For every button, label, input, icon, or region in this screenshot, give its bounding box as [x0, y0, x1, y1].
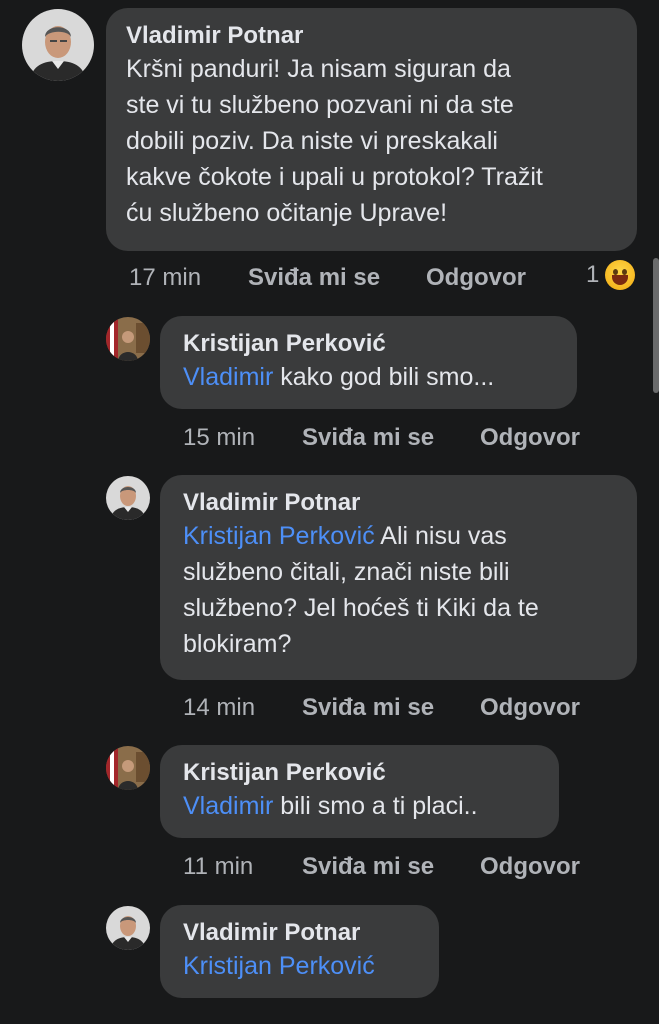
comment-text-line: službeno? Jel hoćeš ti Kiki da te [183, 594, 539, 622]
office-photo-icon [106, 746, 150, 790]
like-button[interactable]: Sviđa mi se [302, 424, 434, 452]
like-button[interactable]: Sviđa mi se [248, 264, 380, 292]
scrollbar[interactable] [653, 258, 659, 393]
comment-bubble[interactable]: Vladimir Potnar Kristijan Perković [160, 905, 439, 998]
comment-author[interactable]: Vladimir Potnar [183, 918, 416, 948]
comment-text: Vladimir kako god bili smo... [183, 359, 554, 395]
avatar[interactable] [106, 906, 150, 950]
reply-button[interactable]: Odgovor [480, 694, 580, 722]
mention-link[interactable]: Vladimir [183, 363, 273, 391]
comment-bubble[interactable]: Kristijan Perković Vladimir bili smo a t… [160, 745, 559, 838]
comment-author[interactable]: Kristijan Perković [183, 758, 536, 788]
mention-link[interactable]: Vladimir [183, 792, 273, 820]
comment-bubble[interactable]: Kristijan Perković Vladimir kako god bil… [160, 316, 577, 409]
comment-text-rest: kako god bili smo... [273, 363, 495, 391]
like-button[interactable]: Sviđa mi se [302, 853, 434, 881]
man-profile-photo-icon [106, 906, 150, 950]
mention-link[interactable]: Kristijan Perković [183, 952, 375, 980]
comment-bubble[interactable]: Vladimir Potnar Kršni panduri! Ja nisam … [106, 8, 637, 251]
comment-text-rest: Ali nisu vas [374, 522, 507, 550]
comment-author[interactable]: Kristijan Perković [183, 329, 554, 359]
comment-text-line: blokiram? [183, 630, 292, 658]
comment-text-rest: bili smo a ti placi.. [273, 792, 478, 820]
comment-time[interactable]: 11 min [183, 853, 253, 881]
reaction-summary[interactable]: 1 [586, 260, 636, 290]
avatar[interactable] [106, 476, 150, 520]
comment-text-line: kakve čokote i upali u protokol? Tražit [126, 163, 543, 191]
comment-author[interactable]: Vladimir Potnar [183, 488, 614, 518]
comment-time[interactable]: 15 min [183, 424, 255, 452]
comment-text-line: ću službeno očitanje Uprave! [126, 199, 448, 227]
comment-text-line: dobili poziv. Da niste vi preskakali [126, 127, 498, 155]
comment-text-line: Kristijan Perković Ali nisu vas [183, 518, 614, 554]
office-photo-icon [106, 317, 150, 361]
grinning-emoji-icon [605, 260, 636, 290]
comment-text: Kristijan Perković [183, 948, 416, 984]
reply-button[interactable]: Odgovor [480, 424, 580, 452]
reply-button[interactable]: Odgovor [480, 853, 580, 881]
reply-button[interactable]: Odgovor [426, 264, 526, 292]
comment-text-line: službeno čitali, znači niste bili [183, 558, 510, 586]
comment-bubble[interactable]: Vladimir Potnar Kristijan Perković Ali n… [160, 475, 637, 680]
avatar[interactable] [22, 9, 94, 81]
man-profile-photo-icon [22, 9, 94, 81]
comment-time[interactable]: 14 min [183, 694, 255, 722]
comment-time[interactable]: 17 min [129, 264, 201, 292]
avatar[interactable] [106, 746, 150, 790]
mention-link[interactable]: Kristijan Perković [183, 522, 375, 550]
avatar[interactable] [106, 317, 150, 361]
comment-text: Vladimir bili smo a ti placi.. [183, 788, 536, 824]
man-profile-photo-icon [106, 476, 150, 520]
comment-author[interactable]: Vladimir Potnar [126, 21, 617, 51]
comment-text-line: ste vi tu službeno pozvani ni da ste [126, 91, 514, 119]
reaction-count: 1 [586, 261, 600, 288]
comment-text-line: Kršni panduri! Ja nisam siguran da [126, 55, 511, 83]
like-button[interactable]: Sviđa mi se [302, 694, 434, 722]
